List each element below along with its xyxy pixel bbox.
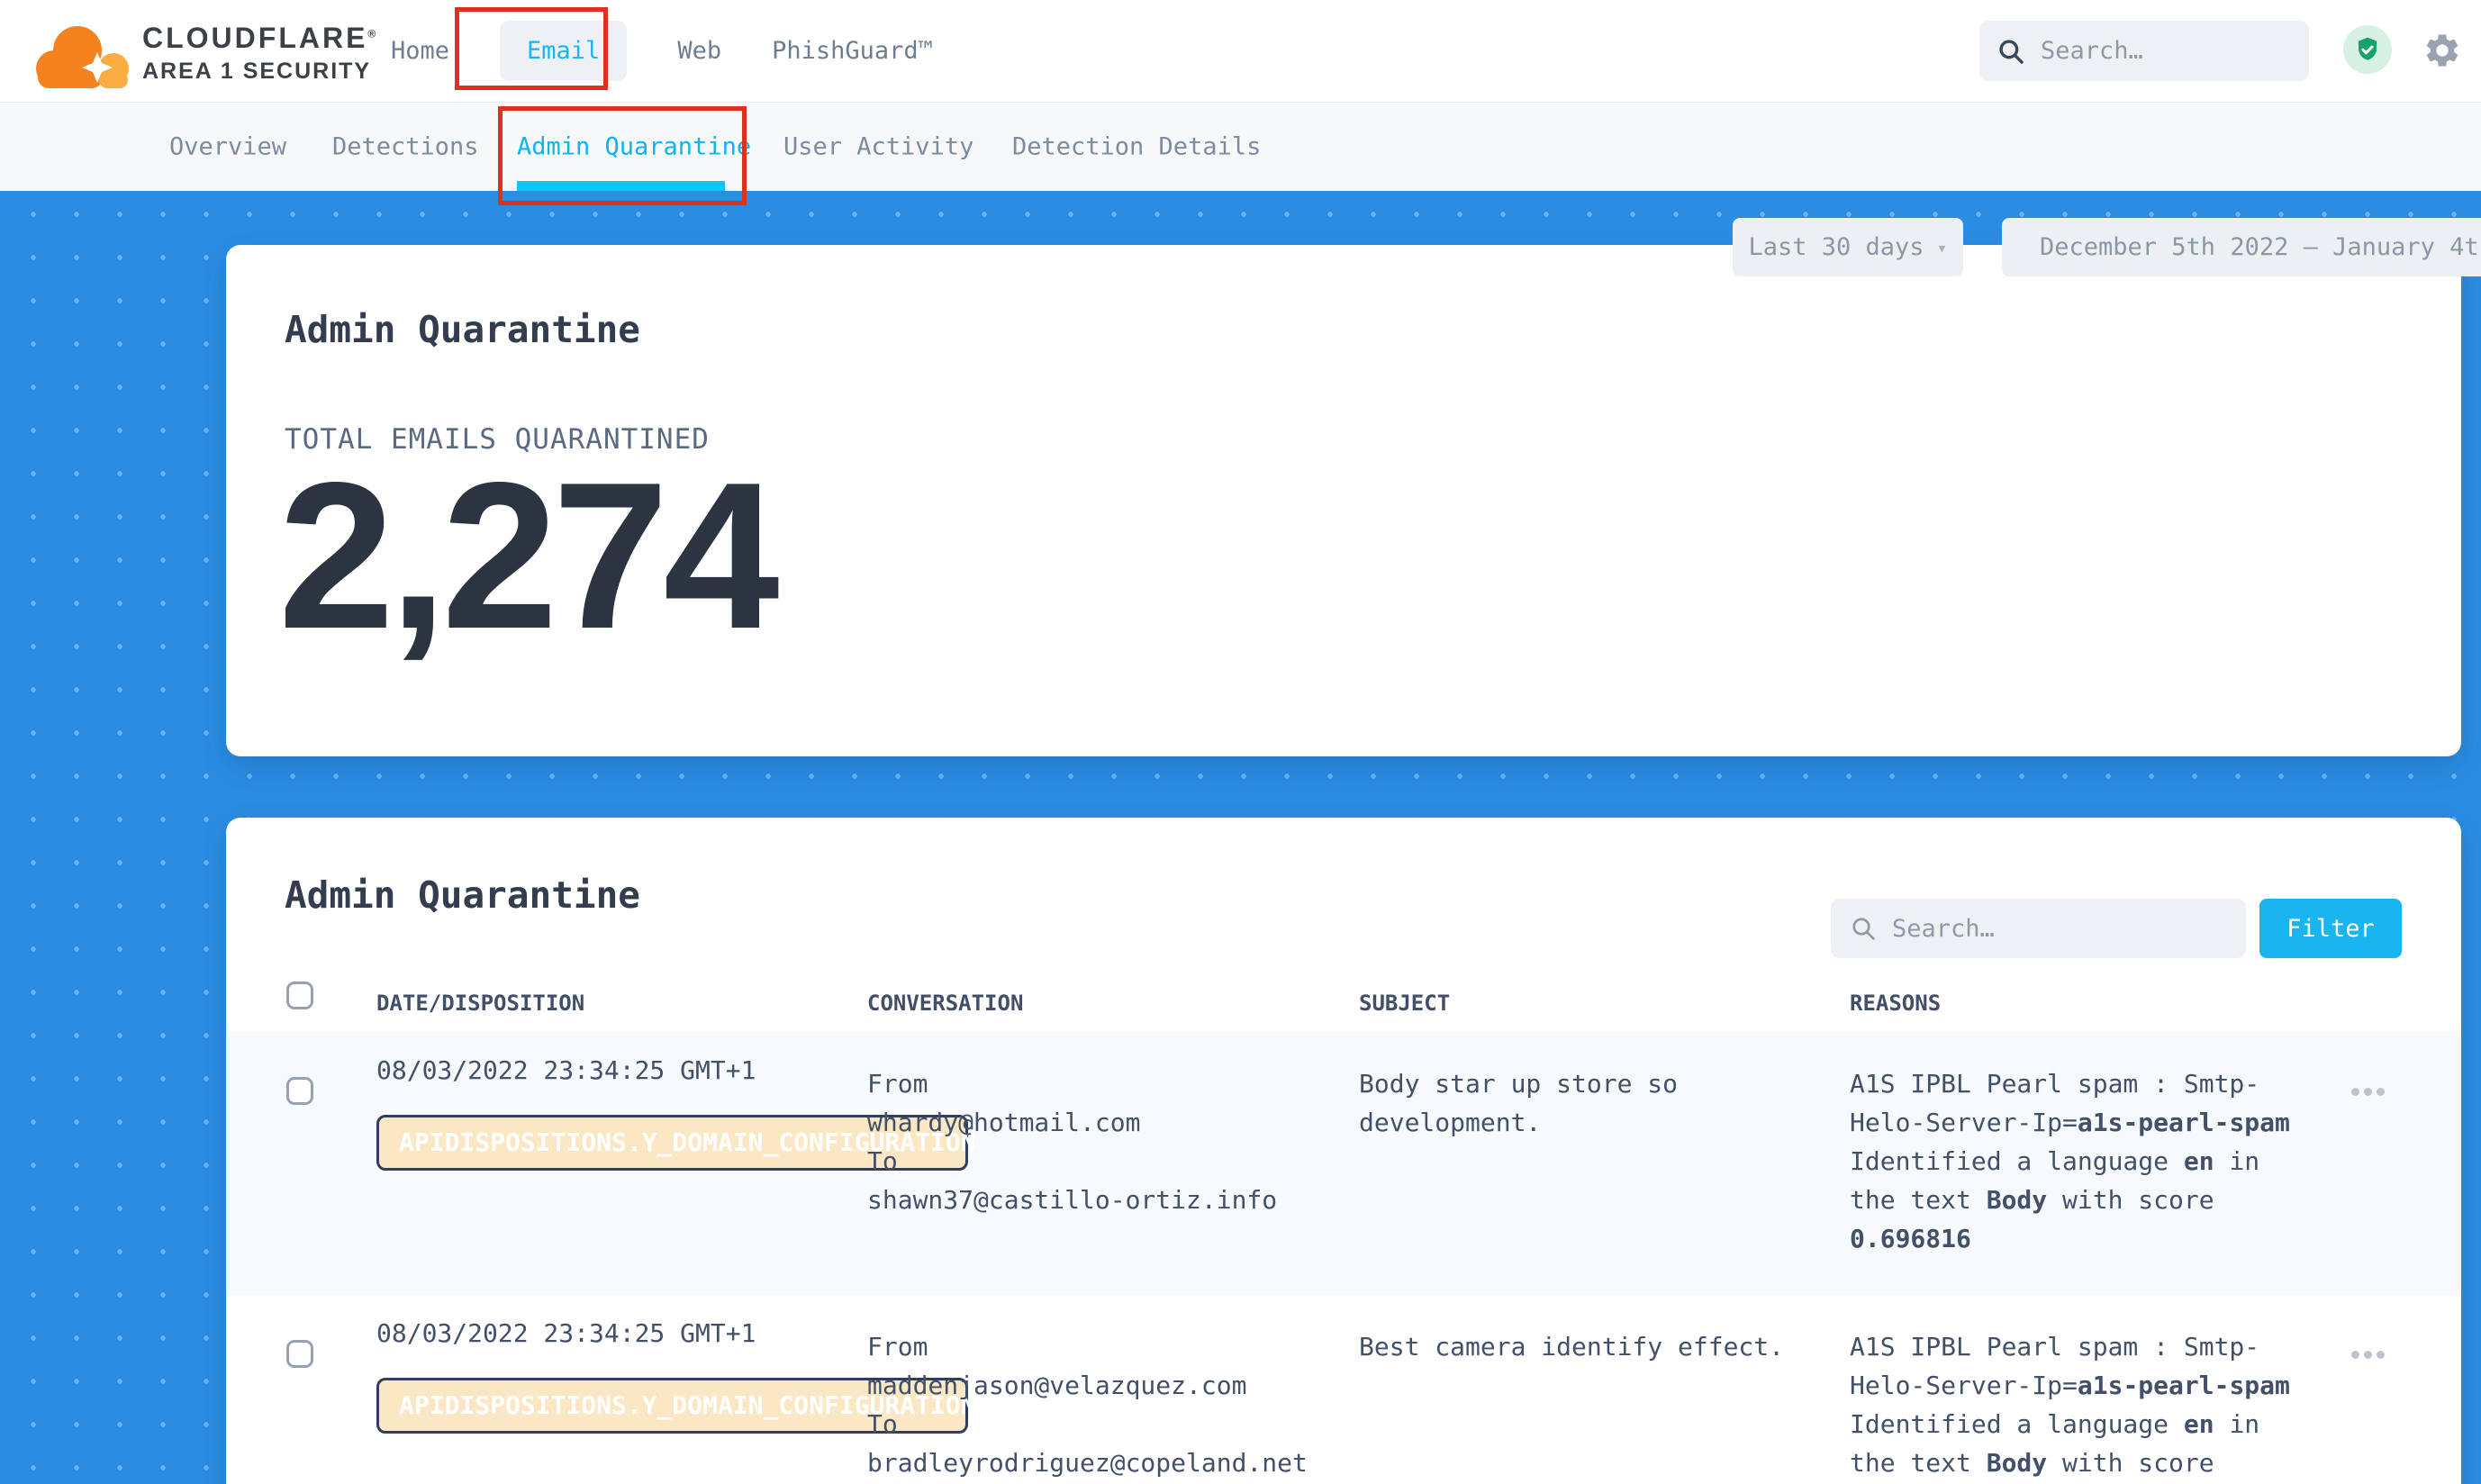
to-address: bradleyrodriguez@copeland.net (867, 1443, 1308, 1482)
from-address: maddenjason@velazquez.com (867, 1366, 1308, 1405)
period-select-label: Last 30 days (1748, 233, 1924, 261)
period-select[interactable]: Last 30 days ▾ (1733, 218, 1963, 276)
quarantine-row[interactable]: 08/03/2022 23:34:25 GMT+1 APIDISPOSITION… (226, 1032, 2461, 1295)
search-icon (1849, 914, 1878, 943)
column-header-conversation: CONVERSATION (867, 991, 1023, 1016)
from-label: From (867, 1327, 1308, 1366)
tab-user-activity[interactable]: User Activity (783, 133, 973, 161)
nav-home[interactable]: Home (391, 37, 449, 65)
search-icon (1996, 36, 2026, 67)
date-cell: 08/03/2022 23:34:25 GMT+1 (376, 1055, 756, 1085)
from-address: whardy@hotmail.com (867, 1103, 1277, 1142)
settings-button[interactable] (2422, 31, 2462, 70)
top-bar: CLOUDFLARE® AREA 1 SECURITY Home Email W… (0, 0, 2481, 102)
registered-mark: ® (367, 27, 376, 40)
tab-overview[interactable]: Overview (169, 133, 286, 161)
tab-detections[interactable]: Detections (332, 133, 479, 161)
top-navigation: Home Email Web PhishGuard™ (391, 0, 933, 102)
brand-text: CLOUDFLARE® AREA 1 SECURITY (142, 22, 376, 85)
summary-card-title: Admin Quarantine (285, 308, 640, 351)
email-section-tab-bar: Overview Detections Admin Quarantine Use… (0, 102, 2481, 191)
date-cell: 08/03/2022 23:34:25 GMT+1 (376, 1318, 756, 1348)
date-range-text: December 5th 2022 — January 4th 2023 (2040, 233, 2481, 261)
tab-detection-details[interactable]: Detection Details (1012, 133, 1261, 161)
to-label: To (867, 1405, 1308, 1443)
date-range-display[interactable]: December 5th 2022 — January 4th 2023 (2002, 218, 2481, 276)
to-address: shawn37@castillo-ortiz.info (867, 1181, 1277, 1219)
filter-button[interactable]: Filter (2259, 899, 2402, 958)
global-search[interactable] (1979, 21, 2309, 81)
table-header-row: DATE/DISPOSITION CONVERSATION SUBJECT RE… (226, 969, 2461, 1032)
conversation-cell: From maddenjason@velazquez.com To bradle… (867, 1327, 1308, 1482)
brand-name: CLOUDFLARE® (142, 22, 376, 55)
from-label: From (867, 1064, 1277, 1103)
more-options-icon[interactable] (2351, 1345, 2389, 1362)
row-checkbox[interactable] (286, 1077, 313, 1105)
app-viewport: CLOUDFLARE® AREA 1 SECURITY Home Email W… (0, 0, 2481, 1484)
brand-subtitle: AREA 1 SECURITY (142, 59, 376, 85)
to-label: To (867, 1142, 1277, 1181)
table-search-input[interactable] (1892, 915, 2228, 943)
conversation-cell: From whardy@hotmail.com To shawn37@casti… (867, 1064, 1277, 1219)
subject-cell: Body star up store so development. (1359, 1064, 1809, 1142)
reasons-cell: A1S IPBL Pearl spam : Smtp- Helo-Server-… (1850, 1327, 2290, 1484)
quarantine-row[interactable]: 08/03/2022 23:34:25 GMT+1 APIDISPOSITION… (226, 1295, 2461, 1484)
column-header-date-disposition: DATE/DISPOSITION (376, 991, 584, 1016)
table-search[interactable] (1831, 899, 2246, 958)
subject-cell: Best camera identify effect. (1359, 1327, 1809, 1366)
nav-email[interactable]: Email (500, 21, 627, 81)
quarantine-card-title: Admin Quarantine (285, 873, 640, 917)
column-header-reasons: REASONS (1850, 991, 1941, 1016)
more-options-icon[interactable] (2351, 1082, 2389, 1099)
tab-admin-quarantine[interactable]: Admin Quarantine (517, 133, 751, 161)
global-search-input[interactable] (2041, 37, 2293, 65)
summary-card: Admin Quarantine TOTAL EMAILS QUARANTINE… (226, 245, 2461, 756)
reasons-cell: A1S IPBL Pearl spam : Smtp- Helo-Server-… (1850, 1064, 2290, 1258)
nav-web[interactable]: Web (677, 37, 721, 65)
caret-down-icon: ▾ (1937, 237, 1948, 258)
protection-status-button[interactable] (2343, 25, 2392, 74)
quarantine-table-card: Admin Quarantine Filter DATE/DISPOSITION… (226, 818, 2461, 1484)
metric-value: 2,274 (278, 452, 774, 661)
select-all-checkbox[interactable] (286, 982, 313, 1009)
gear-icon (2422, 31, 2462, 70)
cloudflare-cloud-logo-icon (31, 18, 131, 95)
active-tab-underline (517, 181, 725, 191)
nav-phishguard[interactable]: PhishGuard™ (772, 37, 933, 65)
column-header-subject: SUBJECT (1359, 991, 1450, 1016)
row-checkbox[interactable] (286, 1340, 313, 1368)
shield-check-icon (2353, 35, 2382, 64)
